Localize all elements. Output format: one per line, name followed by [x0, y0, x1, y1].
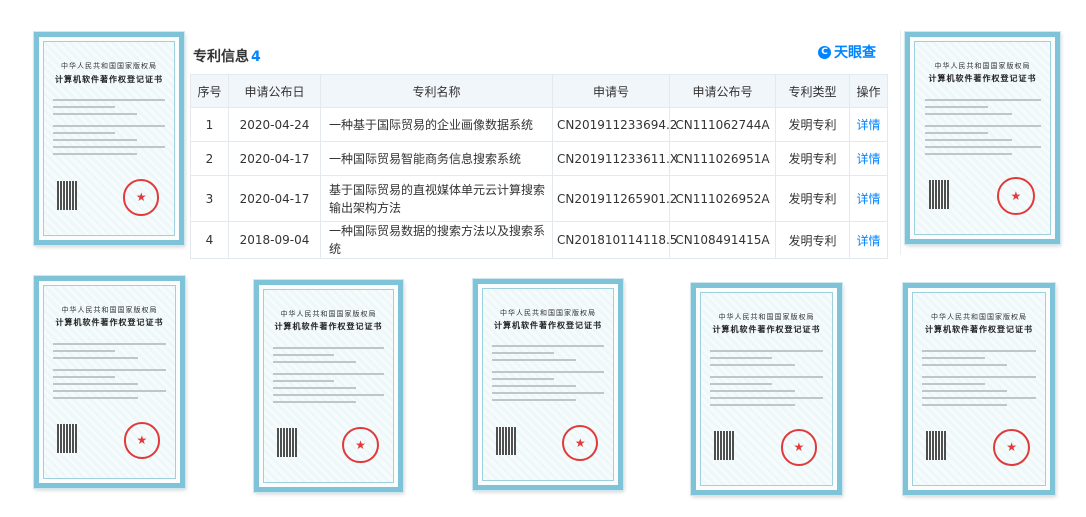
official-seal-icon: ★: [123, 179, 160, 216]
detail-link[interactable]: 详情: [849, 175, 888, 222]
certificate-org: 中华人民共和国国家版权局: [61, 306, 158, 315]
certificate-title: 计算机软件著作权登记证书: [55, 73, 163, 84]
tianyancha-logo-icon: C: [818, 45, 831, 59]
cell-app-no: CN201911233694.2: [552, 107, 677, 142]
cell-type: 发明专利: [775, 107, 850, 142]
cell-name: 基于国际贸易的直视媒体单元云计算搜索输出架构方法: [320, 175, 553, 222]
qr-code-icon: [714, 431, 735, 460]
cell-no: 4: [190, 221, 229, 259]
qr-code-icon: [57, 181, 77, 210]
brand-name: 天眼查: [834, 45, 876, 61]
table-header-row: 序号 申请公布日 专利名称 申请号 申请公布号 专利类型 操作: [190, 74, 888, 108]
cell-date: 2020-04-24: [228, 107, 321, 142]
qr-code-icon: [926, 431, 947, 460]
table-row: 1 2020-04-24 一种基于国际贸易的企业画像数据系统 CN2019112…: [190, 107, 888, 142]
qr-code-icon: [277, 428, 297, 457]
cell-pub-no: CN111062744A: [669, 107, 776, 142]
certificate-title: 计算机软件著作权登记证书: [712, 324, 821, 335]
official-seal-icon: ★: [342, 426, 379, 463]
cell-type: 发明专利: [775, 141, 850, 176]
qr-code-icon: [496, 426, 516, 455]
cell-date: 2020-04-17: [228, 141, 321, 176]
certificate-bottom-4: 中华人民共和国国家版权局 计算机软件著作权登记证书 ★: [691, 283, 842, 495]
certificate-bottom-1: 中华人民共和国国家版权局 计算机软件著作权登记证书 ★: [34, 276, 185, 488]
official-seal-icon: ★: [993, 428, 1031, 466]
cell-no: 3: [190, 175, 229, 222]
cell-app-no: CN201911265901.2: [552, 175, 677, 222]
header-date: 申请公布日: [228, 74, 321, 108]
cell-type: 发明专利: [775, 221, 850, 259]
table-row: 3 2020-04-17 基于国际贸易的直视媒体单元云计算搜索输出架构方法 CN…: [190, 175, 888, 222]
panel-title: 专利信息 4: [193, 46, 261, 66]
patent-count: 4: [251, 49, 261, 65]
detail-link[interactable]: 详情: [849, 141, 888, 176]
certificate-org: 中华人民共和国国家版权局: [934, 62, 1031, 71]
header-pub-no: 申请公布号: [669, 74, 776, 108]
certificate-top-left: 中华人民共和国国家版权局 计算机软件著作权登记证书 ★: [34, 32, 184, 245]
certificate-bottom-5: 中华人民共和国国家版权局 计算机软件著作权登记证书 ★: [903, 283, 1055, 495]
cell-name: 一种国际贸易智能商务信息搜索系统: [320, 141, 553, 176]
brand-logo: C 天眼查: [818, 42, 876, 62]
certificate-org: 中华人民共和国国家版权局: [718, 313, 815, 322]
certificate-title: 计算机软件著作权登记证书: [925, 324, 1033, 335]
qr-code-icon: [57, 424, 78, 453]
certificate-org: 中华人民共和国国家版权局: [931, 313, 1027, 322]
official-seal-icon: ★: [562, 424, 599, 461]
certificate-org: 中华人民共和国国家版权局: [61, 62, 157, 71]
header-no: 序号: [190, 74, 229, 108]
cell-no: 2: [190, 141, 229, 176]
certificate-bottom-2: 中华人民共和国国家版权局 计算机软件著作权登记证书 ★: [254, 280, 403, 492]
detail-link[interactable]: 详情: [849, 107, 888, 142]
detail-link[interactable]: 详情: [849, 221, 888, 259]
cell-app-no: CN201810114118.5: [552, 221, 677, 259]
official-seal-icon: ★: [997, 177, 1035, 215]
cell-app-no: CN201911233611.X: [552, 141, 678, 176]
certificate-title: 计算机软件著作权登记证书: [55, 317, 164, 328]
patent-table: 序号 申请公布日 专利名称 申请号 申请公布号 专利类型 操作 1 2020-0…: [190, 74, 888, 259]
cell-type: 发明专利: [775, 175, 850, 222]
panel-title-text: 专利信息: [193, 49, 249, 65]
cell-name: 一种基于国际贸易的企业画像数据系统: [320, 107, 553, 142]
certificate-top-right: 中华人民共和国国家版权局 计算机软件著作权登记证书 ★: [905, 32, 1060, 244]
cell-pub-no: CN111026951A: [669, 141, 776, 176]
certificate-org: 中华人民共和国国家版权局: [280, 310, 377, 319]
cell-date: 2018-09-04: [228, 221, 321, 259]
table-row: 4 2018-09-04 一种国际贸易数据的搜索方法以及搜索系统 CN20181…: [190, 221, 888, 259]
header-name: 专利名称: [320, 74, 553, 108]
divider: [900, 30, 901, 255]
certificate-bottom-3: 中华人民共和国国家版权局 计算机软件著作权登记证书 ★: [473, 279, 623, 490]
certificate-title: 计算机软件著作权登记证书: [274, 321, 383, 332]
cell-date: 2020-04-17: [228, 175, 321, 222]
cell-pub-no: CN108491415A: [669, 221, 776, 259]
certificate-org: 中华人民共和国国家版权局: [500, 309, 596, 318]
official-seal-icon: ★: [123, 422, 161, 459]
header-action: 操作: [849, 74, 888, 108]
table-row: 2 2020-04-17 一种国际贸易智能商务信息搜索系统 CN20191123…: [190, 141, 888, 176]
certificate-title: 计算机软件著作权登记证书: [494, 320, 602, 331]
certificate-title: 计算机软件著作权登记证书: [928, 73, 1037, 84]
cell-name: 一种国际贸易数据的搜索方法以及搜索系统: [320, 221, 553, 259]
cell-no: 1: [190, 107, 229, 142]
cell-pub-no: CN111026952A: [669, 175, 776, 222]
qr-code-icon: [928, 180, 950, 209]
official-seal-icon: ★: [780, 429, 818, 466]
header-type: 专利类型: [775, 74, 850, 108]
header-app-no: 申请号: [552, 74, 670, 108]
